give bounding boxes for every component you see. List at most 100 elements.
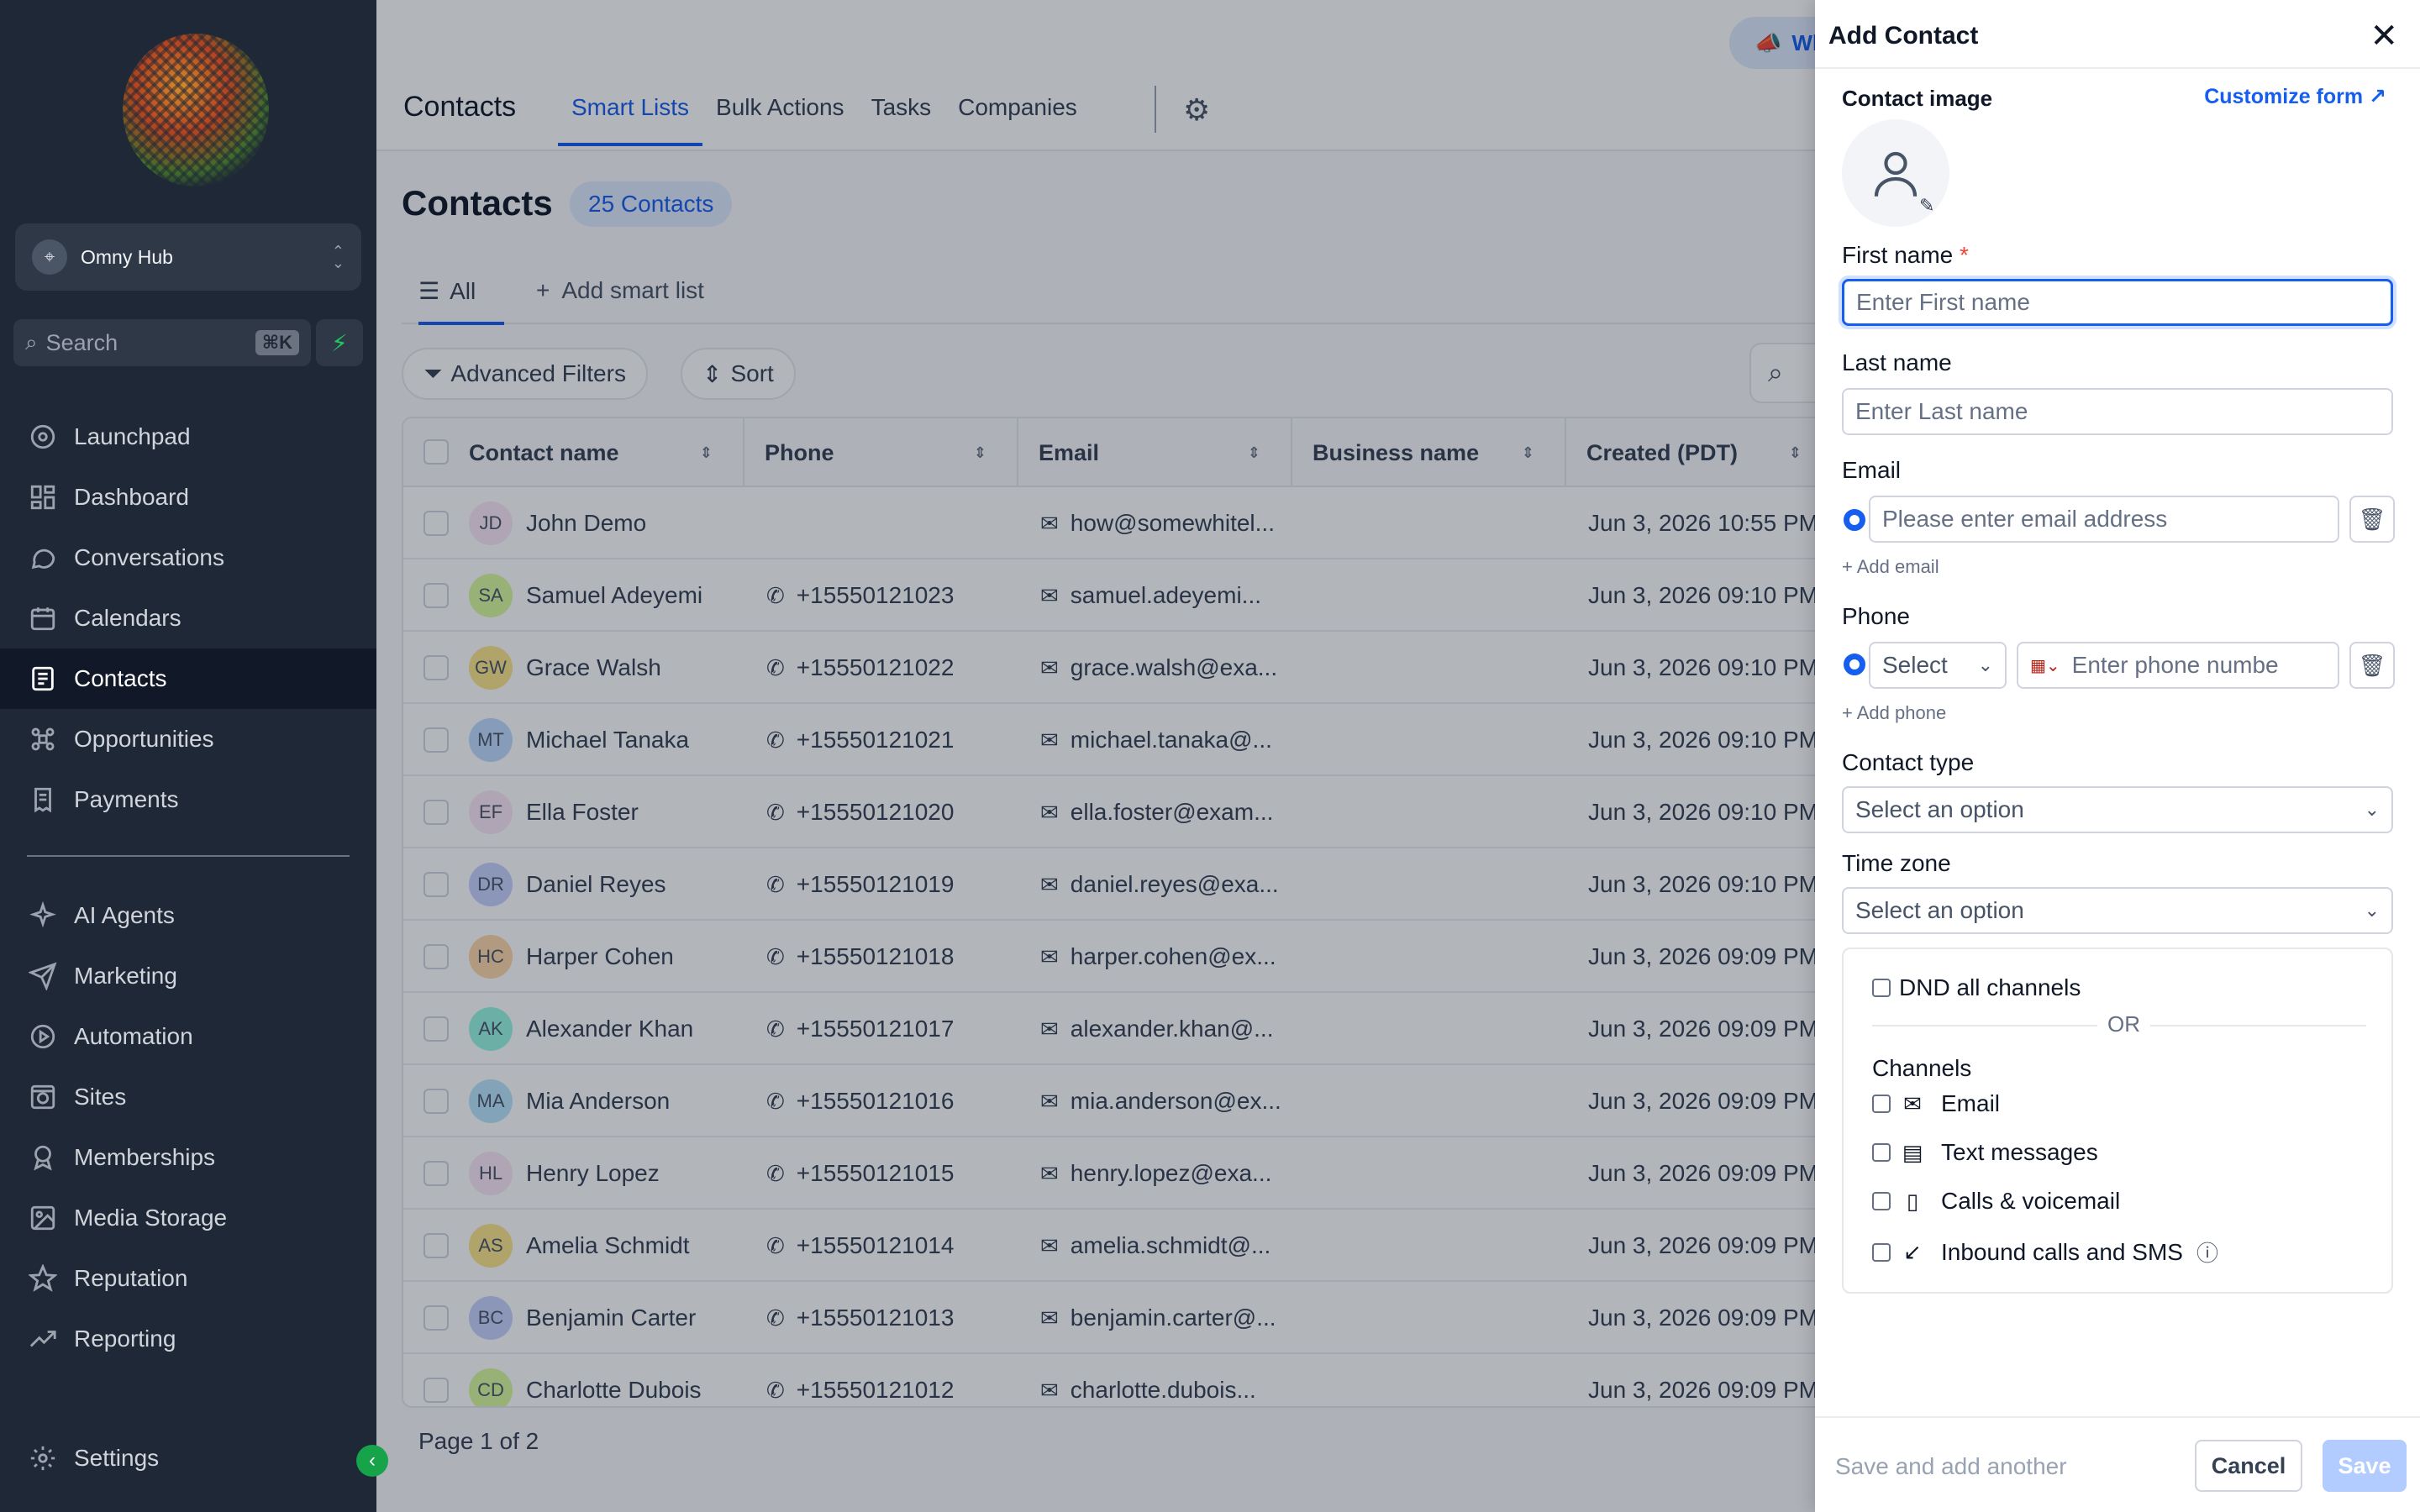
opportunities-icon	[27, 723, 59, 755]
channel-text-row[interactable]: ▤ Text messages	[1872, 1139, 2098, 1166]
customize-form-label: Customize form	[2204, 85, 2364, 108]
image-icon	[27, 1202, 59, 1234]
sidebar-item-label: Reporting	[74, 1326, 176, 1352]
dashboard-icon	[27, 481, 59, 513]
contact-type-value: Select an option	[1855, 796, 2024, 822]
pencil-icon[interactable]: ✎	[1919, 195, 1934, 217]
first-name-input[interactable]: Enter First name	[1842, 279, 2393, 326]
automation-icon	[27, 1021, 59, 1053]
collapse-sidebar-icon[interactable]: ‹	[356, 1445, 388, 1477]
add-email-link[interactable]: + Add email	[1842, 556, 1939, 578]
sidebar-item-sites[interactable]: Sites	[0, 1067, 376, 1127]
sidebar-item-contacts[interactable]: Contacts	[0, 648, 376, 709]
sidebar-item-reputation[interactable]: Reputation	[0, 1248, 376, 1309]
account-switcher[interactable]: ⌖ Omny Hub ⌃ ⌄	[15, 223, 361, 291]
external-link-icon: ↗	[2369, 85, 2386, 108]
chevron-down-icon: ⌄	[2364, 900, 2380, 921]
sidebar: ⌖ Omny Hub ⌃ ⌄ ⌕ Search ⌘K ⚡ Launchpad Das…	[0, 0, 376, 1512]
channel-text-checkbox[interactable]	[1872, 1143, 1891, 1162]
contact-type-label: Contact type	[1842, 749, 1975, 775]
sidebar-item-label: Contacts	[74, 665, 167, 691]
close-icon[interactable]: ✕	[2370, 17, 2398, 55]
contact-type-select[interactable]: Select an option ⌄	[1842, 786, 2393, 833]
sidebar-item-opportunities[interactable]: Opportunities	[0, 709, 376, 769]
phone-type-value: Select	[1882, 652, 1948, 678]
trash-icon: 🗑	[2358, 506, 2386, 532]
quick-action-bolt-icon[interactable]: ⚡	[316, 319, 363, 366]
channel-email-row[interactable]: ✉ Email	[1872, 1090, 2000, 1117]
contacts-icon	[27, 663, 59, 695]
gear-icon	[27, 1442, 59, 1474]
sidebar-item-conversations[interactable]: Conversations	[0, 528, 376, 588]
save-and-add-another-button[interactable]: Save and add another	[1835, 1453, 2067, 1480]
drawer-title: Add Contact	[1828, 22, 1979, 50]
channel-label: Inbound calls and SMS	[1941, 1238, 2183, 1265]
channel-email-checkbox[interactable]	[1872, 1095, 1891, 1113]
phone-number-input[interactable]: ▦⌄ Enter phone numbe	[2017, 642, 2339, 689]
or-divider: OR	[1872, 1011, 2366, 1037]
trend-icon	[27, 1323, 59, 1355]
sidebar-search[interactable]: ⌕ Search ⌘K	[13, 319, 311, 366]
first-name-label-text: First name	[1842, 242, 1954, 268]
phone-primary-radio[interactable]	[1844, 654, 1865, 675]
last-name-placeholder: Enter Last name	[1855, 398, 2028, 424]
sidebar-item-label: Conversations	[74, 544, 224, 570]
delete-phone-button[interactable]: 🗑	[2349, 642, 2395, 689]
save-button[interactable]: Save	[2323, 1440, 2407, 1492]
time-zone-value: Select an option	[1855, 897, 2024, 923]
sidebar-item-label: Sites	[74, 1084, 127, 1110]
search-icon: ⌕	[25, 329, 38, 354]
sidebar-item-memberships[interactable]: Memberships	[0, 1127, 376, 1188]
sidebar-item-reporting[interactable]: Reporting	[0, 1309, 376, 1369]
time-zone-select[interactable]: Select an option ⌄	[1842, 887, 2393, 934]
sidebar-item-label: AI Agents	[74, 902, 175, 928]
sidebar-item-dashboard[interactable]: Dashboard	[0, 467, 376, 528]
first-name-placeholder: Enter First name	[1856, 289, 2030, 315]
badge-icon	[27, 1142, 59, 1173]
add-phone-link[interactable]: + Add phone	[1842, 702, 1946, 724]
sidebar-item-label: Dashboard	[74, 484, 189, 510]
send-icon	[27, 960, 59, 992]
sidebar-item-marketing[interactable]: Marketing	[0, 946, 376, 1006]
sidebar-item-payments[interactable]: Payments	[0, 769, 376, 830]
email-input[interactable]: Please enter email address	[1869, 496, 2339, 543]
last-name-label: Last name	[1842, 349, 1952, 375]
sidebar-item-automation[interactable]: Automation	[0, 1006, 376, 1067]
customize-form-link[interactable]: Customize form ↗	[2204, 84, 2386, 109]
calendar-icon	[27, 602, 59, 634]
sidebar-item-label: Marketing	[74, 963, 177, 989]
sidebar-item-settings[interactable]: Settings	[0, 1428, 376, 1488]
first-name-label: First name *	[1842, 242, 1969, 269]
channel-inbound-row[interactable]: ↙ Inbound calls and SMS ⓘ	[1872, 1236, 2218, 1268]
or-label: OR	[2097, 1011, 2150, 1037]
phone-type-select[interactable]: Select ⌄	[1869, 642, 2007, 689]
sidebar-item-media-storage[interactable]: Media Storage	[0, 1188, 376, 1248]
last-name-input[interactable]: Enter Last name	[1842, 388, 2393, 435]
channel-label: Email	[1941, 1090, 2001, 1116]
cancel-button[interactable]: Cancel	[2195, 1440, 2302, 1492]
sidebar-item-calendars[interactable]: Calendars	[0, 588, 376, 648]
chevron-updown-icon: ⌃ ⌄	[331, 243, 345, 271]
time-zone-label: Time zone	[1842, 850, 1951, 876]
channel-inbound-checkbox[interactable]	[1872, 1242, 1891, 1262]
dnd-all-row[interactable]: DND all channels	[1872, 974, 2081, 1001]
us-flag-icon[interactable]: ▦⌄	[2030, 655, 2060, 676]
channel-calls-checkbox[interactable]	[1872, 1192, 1891, 1210]
channel-calls-row[interactable]: ▯ Calls & voicemail	[1872, 1188, 2120, 1215]
email-primary-radio[interactable]	[1844, 509, 1865, 531]
channel-label: Text messages	[1941, 1139, 2098, 1165]
sidebar-item-launchpad[interactable]: Launchpad	[0, 407, 376, 467]
sidebar-item-label: Automation	[74, 1023, 193, 1049]
nav-primary: Launchpad Dashboard Conversations Calendars…	[0, 407, 376, 830]
info-icon[interactable]: ⓘ	[2196, 1236, 2218, 1268]
star-icon	[27, 1263, 59, 1294]
channel-label: Calls & voicemail	[1941, 1188, 2121, 1214]
sidebar-item-label: Media Storage	[74, 1205, 228, 1231]
launchpad-icon	[27, 421, 59, 453]
dnd-all-label: DND all channels	[1899, 974, 2081, 1000]
add-contact-drawer: Add Contact ✕ Contact image Customize fo…	[1815, 0, 2420, 1512]
sidebar-item-label: Payments	[74, 786, 179, 812]
dnd-all-checkbox[interactable]	[1872, 979, 1891, 997]
sidebar-item-ai-agents[interactable]: AI Agents	[0, 885, 376, 946]
delete-email-button[interactable]: 🗑	[2349, 496, 2395, 543]
